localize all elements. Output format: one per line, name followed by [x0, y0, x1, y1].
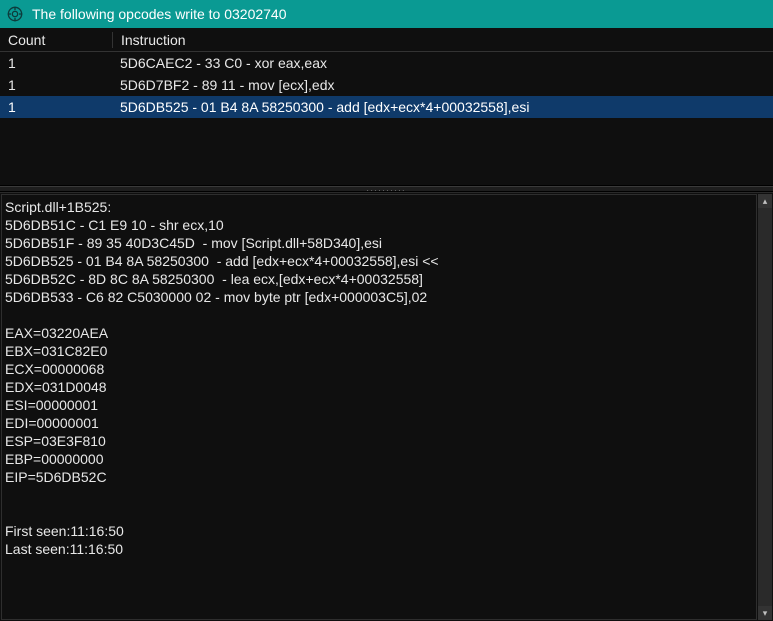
cell-instruction: 5D6D7BF2 - 89 11 - mov [ecx],edx [112, 77, 773, 93]
window-title: The following opcodes write to 03202740 [32, 6, 287, 22]
column-header-instruction[interactable]: Instruction [112, 32, 773, 48]
table-row[interactable]: 15D6DB525 - 01 B4 8A 58250300 - add [edx… [0, 96, 773, 118]
scroll-down-button[interactable]: ▾ [758, 606, 772, 620]
titlebar[interactable]: The following opcodes write to 03202740 [0, 0, 773, 28]
table-header-row: Count Instruction [0, 28, 773, 52]
column-header-count[interactable]: Count [0, 32, 112, 48]
cell-instruction: 5D6CAEC2 - 33 C0 - xor eax,eax [112, 55, 773, 71]
cell-instruction: 5D6DB525 - 01 B4 8A 58250300 - add [edx+… [112, 99, 773, 115]
app-icon [6, 5, 24, 23]
opcode-list-panel: Count Instruction 15D6CAEC2 - 33 C0 - xo… [0, 28, 773, 186]
table-row[interactable]: 15D6D7BF2 - 89 11 - mov [ecx],edx [0, 74, 773, 96]
details-panel: Script.dll+1B525: 5D6DB51C - C1 E9 10 - … [0, 192, 773, 621]
cell-count: 1 [0, 55, 112, 71]
scroll-up-button[interactable]: ▴ [758, 194, 772, 208]
cell-count: 1 [0, 99, 112, 115]
table-body: 15D6CAEC2 - 33 C0 - xor eax,eax15D6D7BF2… [0, 52, 773, 118]
vertical-scrollbar[interactable]: ▴ ▾ [758, 194, 772, 620]
table-row[interactable]: 15D6CAEC2 - 33 C0 - xor eax,eax [0, 52, 773, 74]
details-text[interactable]: Script.dll+1B525: 5D6DB51C - C1 E9 10 - … [1, 194, 757, 620]
cell-count: 1 [0, 77, 112, 93]
